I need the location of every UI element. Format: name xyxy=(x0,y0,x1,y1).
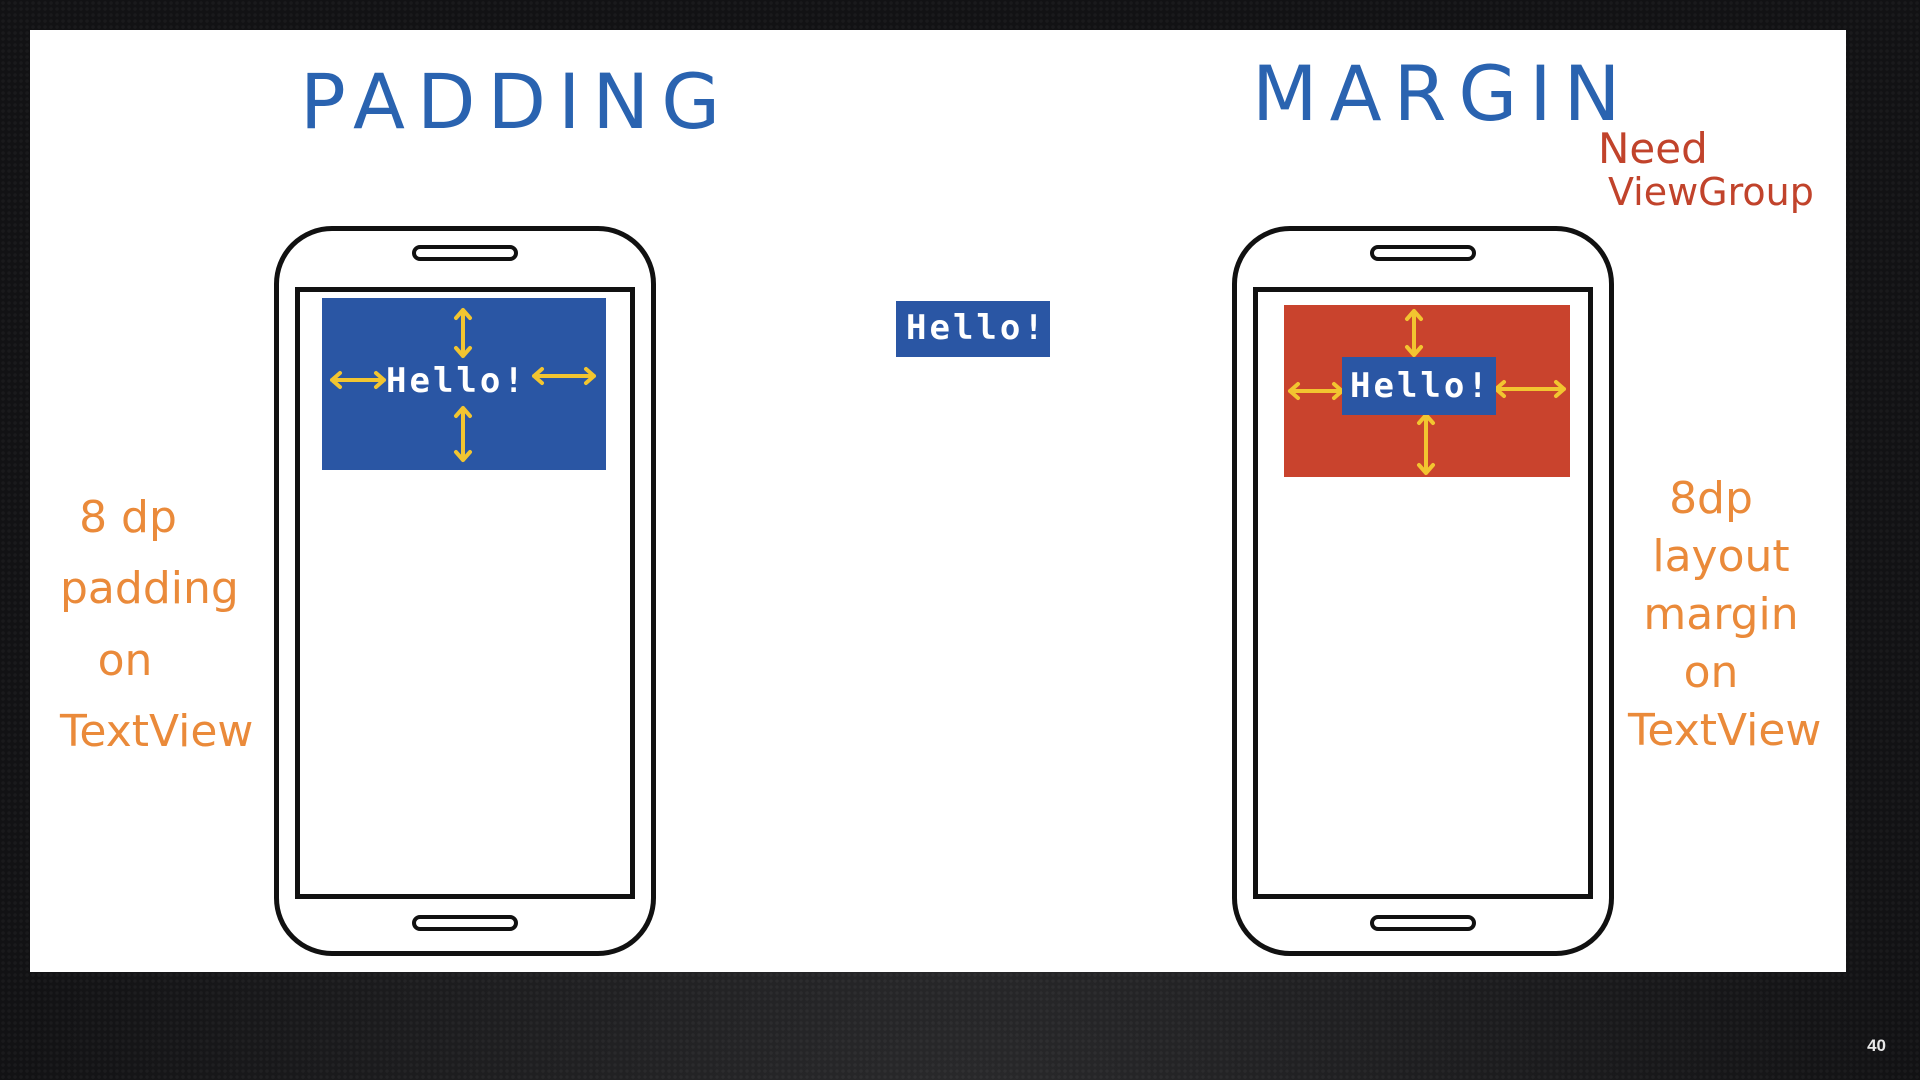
arrow-left-icon xyxy=(330,371,386,389)
margin-textview-box: Hello! xyxy=(1342,357,1496,415)
viewgroup-box: Hello! xyxy=(1284,305,1570,477)
padding-note-line3: on xyxy=(97,634,153,686)
viewgroup-note-line2: ViewGroup xyxy=(1608,170,1814,215)
padding-note: 8 dp padding on TextView xyxy=(60,482,254,767)
padding-note-line2: padding xyxy=(60,563,239,615)
slide: PADDING MARGIN Need ViewGroup Hello! Hel… xyxy=(30,30,1846,972)
padding-hello-text: Hello! xyxy=(386,361,527,401)
margin-title: MARGIN xyxy=(1252,49,1633,138)
center-hello-text: Hello! xyxy=(906,308,1047,348)
margin-note-line5: TextView xyxy=(1628,705,1822,757)
arrow-right-icon xyxy=(532,367,596,385)
phone-speaker xyxy=(1370,245,1476,261)
margin-note-line2: layout xyxy=(1652,531,1790,583)
margin-note-line1: 8dp xyxy=(1669,473,1753,524)
slide-number: 40 xyxy=(1867,1036,1886,1055)
phone-home-button xyxy=(412,915,518,931)
arrow-down-icon xyxy=(454,406,472,462)
margin-note: 8dp layout margin on TextView xyxy=(1628,470,1822,760)
margin-note-line3: margin xyxy=(1643,589,1799,641)
padding-note-line4: TextView xyxy=(60,705,254,757)
padding-textview-box: Hello! xyxy=(322,298,606,470)
viewgroup-note: Need ViewGroup xyxy=(1598,124,1814,215)
phone-home-button xyxy=(1370,915,1476,931)
arrow-up-icon xyxy=(1405,309,1423,357)
margin-note-line4: on xyxy=(1683,647,1739,699)
arrow-down-icon xyxy=(1417,413,1435,475)
viewgroup-note-line1: Need xyxy=(1598,124,1708,173)
arrow-right-icon xyxy=(1494,380,1566,398)
arrow-left-icon xyxy=(1288,382,1344,400)
center-textview: Hello! xyxy=(896,301,1050,357)
phone-speaker xyxy=(412,245,518,261)
padding-title: PADDING xyxy=(300,57,733,146)
arrow-up-icon xyxy=(454,308,472,358)
margin-hello-text: Hello! xyxy=(1350,366,1491,406)
padding-note-line1: 8 dp xyxy=(79,492,177,543)
